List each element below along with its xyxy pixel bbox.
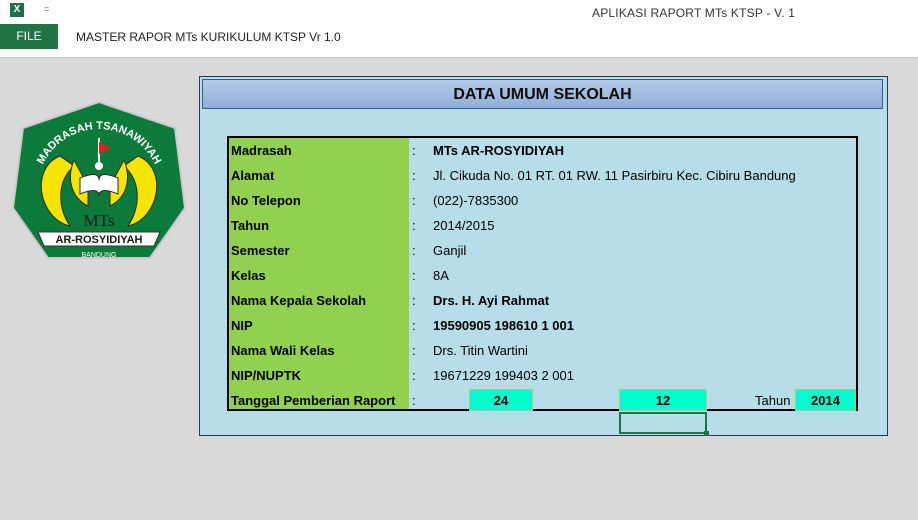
school-logo: MADRASAH TSANAWIYAH MTs AR-ROSYIDIYAH BA… <box>11 100 187 259</box>
row-colon: : <box>412 143 416 158</box>
row-colon: : <box>412 393 416 408</box>
row-colon: : <box>412 218 416 233</box>
date-month-cell[interactable]: 12 <box>619 389 707 411</box>
row-value[interactable]: Jl. Cikuda No. 01 RT. 01 RW. 11 Pasirbir… <box>433 163 796 188</box>
row-colon: : <box>412 318 416 333</box>
row-value[interactable]: 2014/2015 <box>433 213 494 238</box>
fill-handle[interactable] <box>704 431 709 436</box>
quick-access-dropdown-icon[interactable]: = <box>44 4 49 14</box>
row-colon: : <box>412 293 416 308</box>
row-value[interactable]: 8A <box>433 263 449 288</box>
data-panel: DATA UMUM SEKOLAH Madrasah : MTs AR-ROSY… <box>199 76 888 436</box>
row-tahun: Tahun : 2014/2015 <box>229 213 856 238</box>
row-colon: : <box>412 243 416 258</box>
row-label: Nama Wali Kelas <box>231 343 335 358</box>
row-colon: : <box>412 193 416 208</box>
row-value[interactable]: MTs AR-ROSYIDIYAH <box>433 138 564 163</box>
title-bar: X = APLIKASI RAPORT MTs KTSP - V. 1 <box>0 0 918 24</box>
ribbon: FILE MASTER RAPOR MTs KURIKULUM KTSP Vr … <box>0 24 918 58</box>
row-label: NIP/NUPTK <box>231 368 302 383</box>
row-nip-nuptk: NIP/NUPTK : 19671229 199403 2 001 <box>229 363 856 388</box>
row-value[interactable]: 19590905 198610 1 001 <box>433 313 574 338</box>
date-year-cell[interactable]: 2014 <box>795 389 856 411</box>
row-value[interactable]: (022)-7835300 <box>433 188 518 213</box>
row-colon: : <box>412 168 416 183</box>
selected-cell[interactable] <box>619 412 707 434</box>
window-title: APLIKASI RAPORT MTs KTSP - V. 1 <box>592 6 796 20</box>
row-wali-kelas: Nama Wali Kelas : Drs. Titin Wartini <box>229 338 856 363</box>
row-label: Tanggal Pemberian Raport <box>231 393 396 408</box>
logo-bottom-text: BANDUNG <box>81 252 116 259</box>
date-day-cell[interactable]: 24 <box>469 389 533 411</box>
row-label: Alamat <box>231 168 275 183</box>
row-colon: : <box>412 343 416 358</box>
row-alamat: Alamat : Jl. Cikuda No. 01 RT. 01 RW. 11… <box>229 163 856 188</box>
row-label: Kelas <box>231 268 266 283</box>
row-madrasah: Madrasah : MTs AR-ROSYIDIYAH <box>229 138 856 163</box>
row-value[interactable]: 19671229 199403 2 001 <box>433 363 574 388</box>
row-label: Semester <box>231 243 290 258</box>
row-kepala-sekolah: Nama Kepala Sekolah : Drs. H. Ayi Rahmat <box>229 288 856 313</box>
row-telepon: No Telepon : (022)-7835300 <box>229 188 856 213</box>
row-semester: Semester : Ganjil <box>229 238 856 263</box>
row-tanggal-raport: Tanggal Pemberian Raport : 24 12 Tahun 2… <box>229 388 856 413</box>
row-label: NIP <box>231 318 253 333</box>
row-label: Madrasah <box>231 143 292 158</box>
row-colon: : <box>412 268 416 283</box>
row-nip: NIP : 19590905 198610 1 001 <box>229 313 856 338</box>
row-colon: : <box>412 368 416 383</box>
row-kelas: Kelas : 8A <box>229 263 856 288</box>
panel-header: DATA UMUM SEKOLAH <box>202 79 883 109</box>
file-tab[interactable]: FILE <box>0 24 58 49</box>
tahun-label: Tahun <box>755 393 791 408</box>
school-data-table: Madrasah : MTs AR-ROSYIDIYAH Alamat : Jl… <box>227 136 858 411</box>
row-label: Nama Kepala Sekolah <box>231 293 367 308</box>
row-label: Tahun <box>231 218 270 233</box>
excel-icon[interactable]: X <box>10 3 24 17</box>
row-value[interactable]: Drs. Titin Wartini <box>433 338 528 363</box>
logo-center-text: MTs <box>84 211 115 230</box>
logo-banner-text: AR-ROSYIDIYAH <box>56 234 143 246</box>
sheet-title: MASTER RAPOR MTs KURIKULUM KTSP Vr 1.0 <box>76 30 341 44</box>
row-label: No Telepon <box>231 193 301 208</box>
row-value[interactable]: Ganjil <box>433 238 466 263</box>
row-value[interactable]: Drs. H. Ayi Rahmat <box>433 288 549 313</box>
